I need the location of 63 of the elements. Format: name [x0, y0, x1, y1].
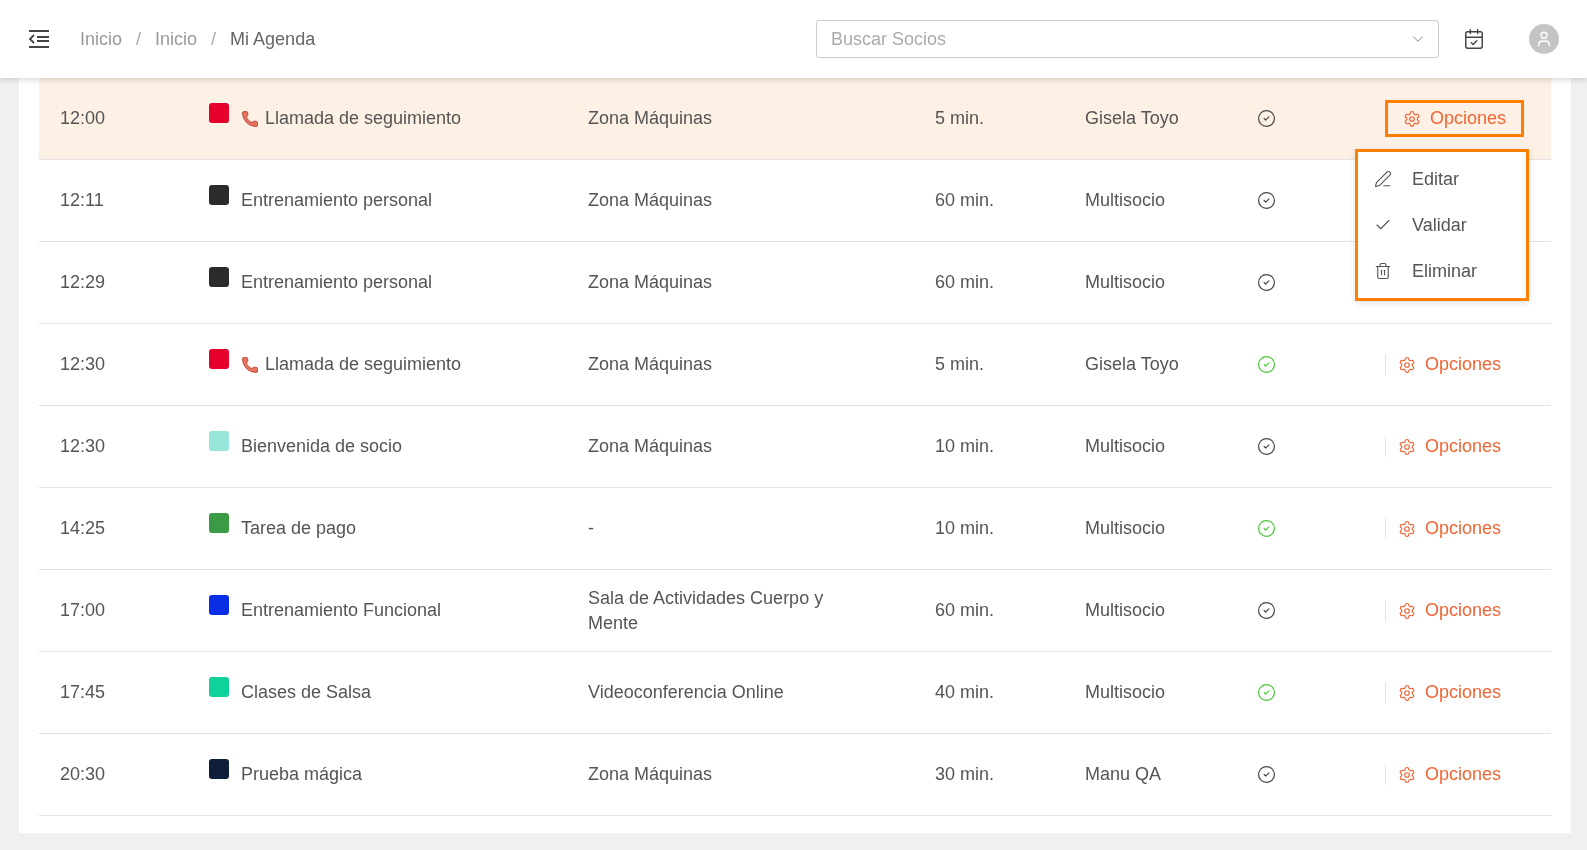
location-cell-text: Videoconferencia Online [588, 681, 785, 704]
person-cell-text: Multisocio [1085, 518, 1167, 539]
person-cell-text: Multisocio [1085, 190, 1167, 211]
settings-icon [1398, 601, 1416, 620]
phone-icon [241, 109, 259, 128]
settings-icon [1398, 437, 1416, 456]
breadcrumb-link[interactable]: Mi Agenda [230, 28, 316, 50]
settings-icon [1398, 765, 1416, 784]
location-cell-text: Zona Máquinas [588, 435, 714, 458]
menu-icon[interactable] [28, 30, 50, 48]
activity-name: Entrenamiento Funcional [241, 600, 442, 621]
duration-cell-text: 5 min. [935, 108, 986, 129]
settings-icon [1398, 683, 1416, 702]
time-cell-text: 12:30 [59, 354, 107, 375]
activity-name: Clases de Salsa [241, 682, 372, 703]
location-cell-text: Zona Máquinas [588, 763, 714, 786]
activity-name: Prueba mágica [241, 764, 363, 785]
activity-name: Bienvenida de socio [241, 436, 403, 457]
activity-name: Entrenamiento personal [241, 190, 433, 211]
duration-cell-text: 40 min. [935, 682, 996, 703]
person-cell-text: Gisela Toyo [1085, 108, 1180, 129]
duration-cell-text: 10 min. [935, 518, 996, 539]
person-cell-text: Gisela Toyo [1085, 354, 1180, 375]
duration-cell-text: 60 min. [935, 272, 996, 293]
time-cell-text: 12:11 [59, 190, 105, 211]
location-cell-text: Zona Máquinas [588, 107, 714, 130]
person-cell-text: Multisocio [1085, 272, 1167, 293]
person-cell-text: Multisocio [1085, 682, 1167, 703]
duration-cell-text: 5 min. [935, 354, 986, 375]
time-cell-text: 17:00 [59, 600, 107, 621]
time-cell-text: 14:25 [59, 518, 107, 539]
menu-item[interactable]: Eliminar [1358, 248, 1526, 294]
time-cell-text: 12:30 [59, 436, 107, 457]
location-cell-text: Zona Máquinas [588, 353, 714, 376]
duration-cell-text: 60 min. [935, 190, 996, 211]
calendar-icon[interactable] [1463, 28, 1485, 50]
activity-name: Tarea de pago [241, 518, 357, 539]
person-cell-text: Multisocio [1085, 436, 1167, 457]
activity-name: Llamada de seguimiento [265, 354, 462, 375]
location-cell-text: Sala de Actividades Cuerpo y Mente [588, 586, 825, 635]
time-cell-text: 12:29 [59, 272, 107, 293]
settings-icon [1398, 519, 1416, 538]
settings-icon [1403, 109, 1421, 128]
breadcrumb-separator: / [136, 28, 142, 50]
activity-name: Llamada de seguimiento [265, 108, 462, 129]
location-cell-text: Zona Máquinas [588, 271, 714, 294]
pencil-icon [1374, 170, 1392, 188]
phone-icon [241, 355, 259, 374]
time-cell-text: 20:30 [59, 764, 107, 785]
trash-icon [1374, 262, 1392, 280]
settings-icon [1398, 355, 1416, 374]
duration-cell-text: 30 min. [935, 764, 996, 785]
duration-cell-text: 60 min. [935, 600, 996, 621]
person-cell-text: Multisocio [1085, 600, 1167, 621]
search-field[interactable]: Buscar Socios [816, 20, 1439, 58]
duration-cell-text: 10 min. [935, 436, 996, 457]
breadcrumb-separator: / [211, 28, 217, 50]
location-cell-text: Zona Máquinas [588, 189, 714, 212]
activity-name: Entrenamiento personal [241, 272, 433, 293]
person-cell-text: Manu QA [1085, 764, 1163, 785]
time-cell-text: 12:00 [59, 108, 107, 129]
location-cell-text: - [588, 517, 595, 540]
time-cell-text: 17:45 [59, 682, 107, 703]
